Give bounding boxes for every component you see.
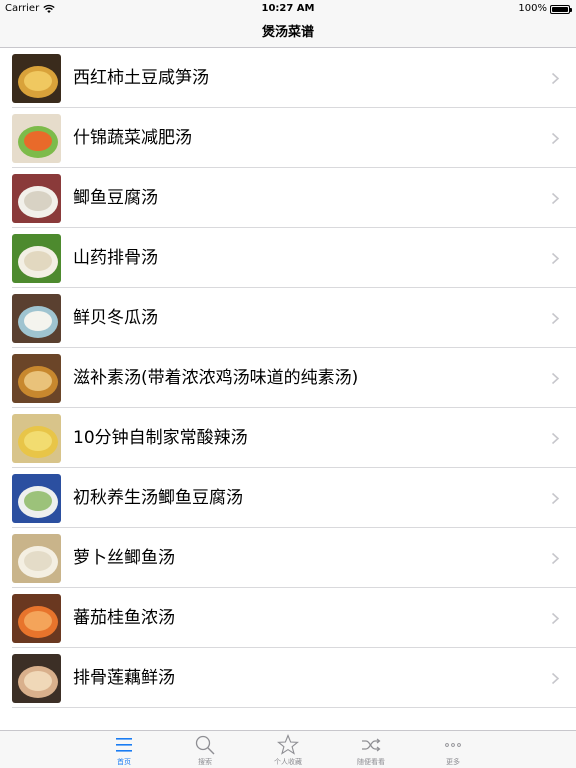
recipe-title: 西红柿土豆咸笋汤: [73, 68, 209, 88]
recipe-title: 萝卜丝鲫鱼汤: [73, 548, 175, 568]
battery-percent: 100%: [518, 3, 547, 14]
recipe-row[interactable]: 排骨莲藕鲜汤: [0, 648, 576, 708]
recipe-title: 什锦蔬菜减肥汤: [73, 128, 192, 148]
app-window: Carrier 10:27 AM 100% 煲汤菜谱 西红柿土豆咸笋汤 什锦蔬菜减…: [0, 0, 576, 768]
recipe-thumbnail: [12, 654, 61, 703]
list-icon: [116, 738, 132, 752]
recipe-title: 鲫鱼豆腐汤: [73, 188, 158, 208]
recipe-title: 山药排骨汤: [73, 248, 158, 268]
chevron-right-icon: [551, 612, 560, 625]
battery-icon: [550, 4, 572, 14]
recipe-title: 初秋养生汤鲫鱼豆腐汤: [73, 488, 243, 508]
chevron-right-icon: [551, 672, 560, 685]
chevron-right-icon: [551, 252, 560, 265]
recipe-thumbnail: [12, 534, 61, 583]
tab-random-label: 随便看看: [357, 758, 385, 766]
star-icon: [277, 734, 299, 755]
recipe-row[interactable]: 西红柿土豆咸笋汤: [0, 48, 576, 108]
status-bar: Carrier 10:27 AM 100%: [0, 0, 576, 18]
recipe-row[interactable]: 滋补素汤(带着浓浓鸡汤味道的纯素汤): [0, 348, 576, 408]
status-right: 100%: [518, 0, 572, 18]
recipe-row[interactable]: 鲫鱼豆腐汤: [0, 168, 576, 228]
recipe-row[interactable]: 蕃茄桂鱼浓汤: [0, 588, 576, 648]
more-icon: [445, 743, 461, 747]
recipe-title: 10分钟自制家常酸辣汤: [73, 428, 248, 448]
recipe-row[interactable]: 什锦蔬菜减肥汤: [0, 108, 576, 168]
recipe-row[interactable]: 萝卜丝鲫鱼汤: [0, 528, 576, 588]
recipe-thumbnail: [12, 354, 61, 403]
search-icon: [195, 735, 215, 755]
recipe-thumbnail: [12, 114, 61, 163]
status-time: 10:27 AM: [261, 3, 315, 14]
chevron-right-icon: [551, 132, 560, 145]
recipe-title: 滋补素汤(带着浓浓鸡汤味道的纯素汤): [73, 368, 359, 388]
recipe-row[interactable]: 10分钟自制家常酸辣汤: [0, 408, 576, 468]
page-title: 煲汤菜谱: [261, 25, 314, 40]
tab-favorites[interactable]: 个人收藏: [248, 731, 328, 768]
tab-more-label: 更多: [446, 758, 460, 766]
chevron-right-icon: [551, 372, 560, 385]
chevron-right-icon: [551, 492, 560, 505]
tab-home[interactable]: 首页: [84, 731, 164, 768]
recipe-thumbnail: [12, 54, 61, 103]
chevron-right-icon: [551, 312, 560, 325]
chevron-right-icon: [551, 72, 560, 85]
recipe-row[interactable]: 初秋养生汤鲫鱼豆腐汤: [0, 468, 576, 528]
recipe-title: 鲜贝冬瓜汤: [73, 308, 158, 328]
recipe-thumbnail: [12, 234, 61, 283]
tab-random[interactable]: 随便看看: [331, 731, 411, 768]
tab-bar: 首页 搜索 个人收藏 随便看看 更多: [0, 730, 576, 768]
chevron-right-icon: [551, 552, 560, 565]
recipe-list[interactable]: 西红柿土豆咸笋汤 什锦蔬菜减肥汤 鲫鱼豆腐汤山药排骨汤鲜贝冬瓜汤滋补素汤(带着浓浓鸡…: [0, 48, 576, 730]
recipe-thumbnail: [12, 414, 61, 463]
tab-search[interactable]: 搜索: [165, 731, 245, 768]
recipe-thumbnail: [12, 294, 61, 343]
shuffle-icon: [362, 738, 381, 752]
tab-more[interactable]: 更多: [413, 731, 493, 768]
recipe-thumbnail: [12, 174, 61, 223]
chevron-right-icon: [551, 192, 560, 205]
recipe-thumbnail: [12, 474, 61, 523]
recipe-row[interactable]: 山药排骨汤: [0, 228, 576, 288]
recipe-title: 蕃茄桂鱼浓汤: [73, 608, 175, 628]
tab-favorites-label: 个人收藏: [274, 758, 302, 766]
recipe-title: 排骨莲藕鲜汤: [73, 668, 175, 688]
tab-home-label: 首页: [117, 758, 131, 766]
recipe-thumbnail: [12, 594, 61, 643]
chevron-right-icon: [551, 432, 560, 445]
recipe-row[interactable]: 鲜贝冬瓜汤: [0, 288, 576, 348]
tab-search-label: 搜索: [198, 758, 212, 766]
navigation-bar: 煲汤菜谱: [0, 18, 576, 48]
